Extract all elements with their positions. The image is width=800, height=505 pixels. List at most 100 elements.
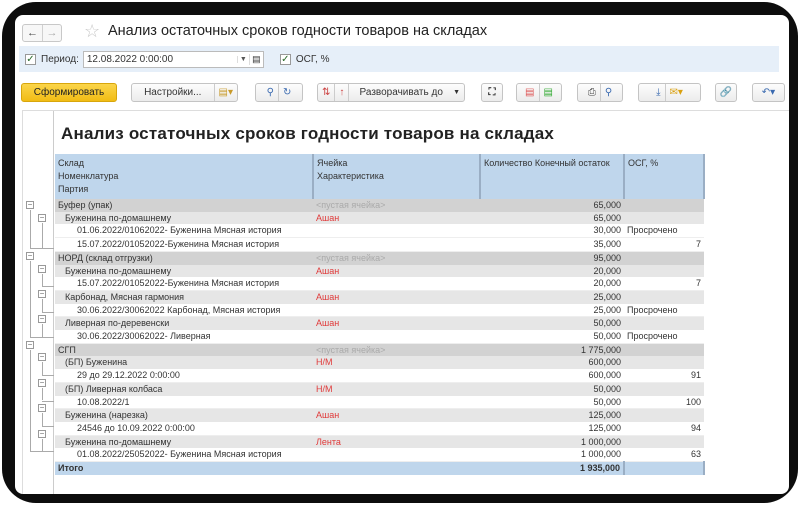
table-row[interactable]: 10.08.2022/1 50,000 100 <box>55 395 704 410</box>
calendar-icon[interactable]: ▤ <box>248 53 263 65</box>
table-header: Склад Номенклатура Партия Ячейка Характерис… <box>55 154 705 199</box>
fullscreen-icon[interactable]: ⛶ <box>481 83 503 102</box>
tree-line <box>30 210 31 249</box>
table-row[interactable]: Буженина (нарезка) Ашан 125,000 <box>55 408 704 422</box>
table-row[interactable]: Буфер (упак) <пустая ячейка> 65,000 <box>55 199 704 212</box>
table-row[interactable]: Буженина по-домашнему Лента 1 000,000 <box>55 435 704 449</box>
generate-button[interactable]: Сформировать <box>21 83 117 102</box>
tree-line <box>42 222 43 249</box>
table-row[interactable]: 15.07.2022/01052022-Буженина Мясная исто… <box>55 277 704 291</box>
period-checkbox[interactable]: ✓ <box>25 53 36 65</box>
group-color-red-icon[interactable]: ▤ <box>521 87 538 98</box>
row-cell: Ашан <box>313 264 480 278</box>
table-row[interactable]: Ливерная по-деревенски Ашан 50,000 <box>55 316 704 331</box>
link-icon[interactable]: 🔗 <box>715 83 737 102</box>
collapse-toggle-icon[interactable]: − <box>38 378 46 387</box>
collapse-toggle-icon[interactable]: − <box>38 404 46 413</box>
dropdown-icon[interactable]: ▼ <box>236 55 249 63</box>
row-cell <box>313 303 480 318</box>
table-row[interactable]: (БП) Буженина Н/М 600,000 <box>55 356 704 370</box>
row-name: Ливерная по-деревенски <box>55 316 313 331</box>
row-name: 24546 до 10.09.2022 0:00:00 <box>55 421 313 436</box>
search-icon[interactable]: ⚲ <box>263 87 278 98</box>
row-cell: Ашан <box>313 290 480 304</box>
row-osg: Просрочено <box>624 303 704 318</box>
print-group: ⎙ ⚲ <box>577 83 623 102</box>
header-quantity[interactable]: Количество Конечный остаток <box>480 154 625 199</box>
collapse-toggle-icon[interactable]: − <box>38 213 46 222</box>
row-cell: Ашан <box>313 211 480 225</box>
header-line: Номенклатура <box>58 171 119 181</box>
sort-asc-icon[interactable]: ⇅ <box>318 87 334 98</box>
period-field[interactable]: 12.08.2022 0:00:00 ▼ ▤ <box>82 50 264 68</box>
tree-line <box>30 260 31 337</box>
collapse-toggle-icon[interactable]: − <box>38 429 46 438</box>
sort-desc-icon[interactable]: ↑ <box>335 87 348 98</box>
row-cell <box>313 237 480 252</box>
header-osg[interactable]: ОСГ, % <box>624 154 705 199</box>
header-cell[interactable]: Ячейка Характеристика <box>313 154 481 199</box>
preview-icon[interactable]: ⚲ <box>601 87 616 98</box>
row-name: 30.06.2022/30062022 Карбонад, Мясная ист… <box>55 303 313 318</box>
dropdown-icon[interactable]: ▼ <box>453 89 464 96</box>
row-quantity: 50,000 <box>480 382 624 396</box>
table-row[interactable]: 01.06.2022/01062022- Буженина Мясная ист… <box>55 224 704 239</box>
device-frame: ← → ☆ Анализ остаточных сроков годности … <box>2 2 798 503</box>
table-row[interactable]: НОРД (склад отгрузки) <пустая ячейка> 95,0… <box>55 251 704 265</box>
table-row[interactable]: (БП) Ливерная колбаса Н/М 50,000 <box>55 382 704 396</box>
settings-button[interactable]: Настройки... ▤▾ <box>131 83 238 102</box>
collapse-toggle-icon[interactable]: − <box>38 289 46 298</box>
forward-arrow-icon[interactable]: → <box>42 25 61 41</box>
favorite-star-icon[interactable]: ☆ <box>84 21 100 42</box>
collapse-toggle-icon[interactable]: − <box>38 353 46 362</box>
table-row[interactable]: 29 до 29.12.2022 0:00:00 600,000 91 <box>55 369 704 383</box>
group-color-green-icon[interactable]: ▤ <box>540 87 557 98</box>
tree-line <box>42 286 54 288</box>
table-row[interactable]: 15.07.2022/01052022-Буженина Мясная исто… <box>55 237 704 252</box>
row-osg <box>624 316 704 331</box>
row-name: Буженина (нарезка) <box>55 408 313 422</box>
toolbar: Сформировать Настройки... ▤▾ ⚲ ↻ ⇅ ↑ Развор… <box>21 83 785 103</box>
total-empty <box>313 461 480 475</box>
table-row[interactable]: 01.08.2022/25052022- Буженина Мясная ист… <box>55 448 704 463</box>
mail-icon[interactable]: ✉▾ <box>666 87 687 98</box>
table-row[interactable]: СГП <пустая ячейка> 1 775,000 <box>55 343 704 357</box>
row-name: (БП) Ливерная колбаса <box>55 382 313 396</box>
row-osg: 63 <box>624 448 704 463</box>
tree-line <box>42 298 43 312</box>
row-osg <box>624 408 704 422</box>
search-next-icon[interactable]: ↻ <box>279 87 295 98</box>
table-row[interactable]: 30.06.2022/30062022- Ливерная 50,000 Проср… <box>55 330 704 344</box>
report-area: − − − − − − − − − − − Анализ остаточных сроков год… <box>22 110 789 494</box>
table-row[interactable]: 24546 до 10.09.2022 0:00:00 125,000 94 <box>55 421 704 436</box>
table-row[interactable]: Буженина по-домашнему Ашан 65,000 <box>55 211 704 225</box>
table-row[interactable]: Карбонад, Мясная гармония Ашан 25,000 <box>55 290 704 304</box>
group-color-buttons: ▤ ▤ <box>516 83 562 102</box>
row-quantity: 20,000 <box>480 277 624 291</box>
table-row[interactable]: Буженина по-домашнему Ашан 20,000 <box>55 264 704 278</box>
row-name: Буфер (упак) <box>55 199 313 212</box>
collapse-toggle-icon[interactable]: − <box>26 251 34 260</box>
more-actions-button[interactable]: ↶▾ <box>752 83 785 102</box>
expand-to-button[interactable]: Разворачивать до <box>349 87 453 98</box>
back-arrow-icon[interactable]: ← <box>23 25 42 41</box>
nav-buttons: ← → <box>22 24 62 42</box>
period-value[interactable]: 12.08.2022 0:00:00 <box>84 54 237 65</box>
row-cell <box>313 369 480 383</box>
collapse-toggle-icon[interactable]: − <box>26 340 34 349</box>
print-icon[interactable]: ⎙ <box>584 87 600 98</box>
collapse-toggle-icon[interactable]: − <box>26 201 34 209</box>
row-quantity: 1 000,000 <box>480 435 624 449</box>
row-name: 10.08.2022/1 <box>55 395 313 410</box>
table-row[interactable]: 30.06.2022/30062022 Карбонад, Мясная ист… <box>55 303 704 318</box>
row-quantity: 1 000,000 <box>480 448 624 463</box>
header-warehouse[interactable]: Склад Номенклатура Партия <box>55 154 314 199</box>
download-icon[interactable]: ⤓ <box>652 87 664 98</box>
osg-checkbox[interactable]: ✓ <box>279 53 291 65</box>
row-osg: 94 <box>624 421 704 436</box>
total-label: Итого <box>55 461 313 475</box>
collapse-toggle-icon[interactable]: − <box>38 315 46 324</box>
collapse-toggle-icon[interactable]: − <box>38 264 46 273</box>
variants-icon[interactable]: ▤▾ <box>215 87 237 98</box>
tree-line <box>42 324 43 337</box>
